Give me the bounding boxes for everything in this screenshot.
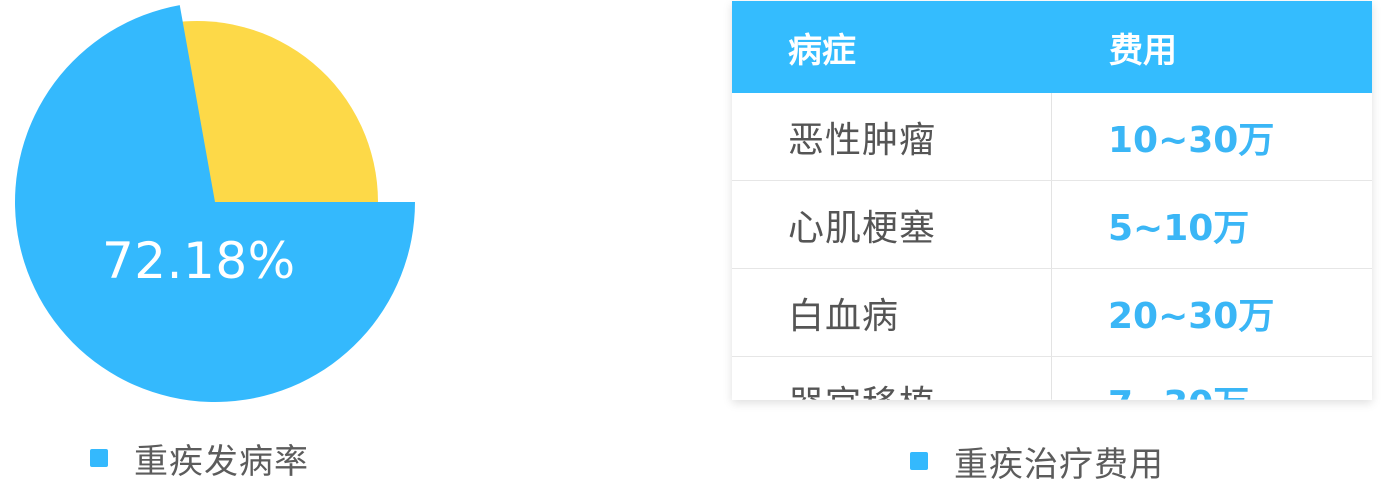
table-body[interactable]: 恶性肿瘤 10~30万 心肌梗塞 5~10万 白血病 20~30万 器官移植 7… <box>732 93 1372 400</box>
header-cost: 费用 <box>1109 30 1177 71</box>
cost-cell: 7~30万 <box>1052 357 1249 401</box>
table-row: 心肌梗塞 5~10万 <box>732 181 1372 269</box>
legend-label: 重疾治疗费用 <box>954 444 1164 480</box>
table-row: 恶性肿瘤 10~30万 <box>732 93 1372 181</box>
page: 72.18% 重疾发病率 病症 费用 恶性肿瘤 10~30万 心肌梗塞 5~10… <box>0 0 1388 480</box>
header-disease: 病症 <box>788 30 856 71</box>
square-swatch-icon <box>90 449 108 467</box>
disease-cell: 白血病 <box>732 269 1052 356</box>
square-swatch-icon <box>910 452 928 470</box>
table-row: 白血病 20~30万 <box>732 269 1372 357</box>
pie-percent-label: 72.18% <box>102 232 296 290</box>
cost-table: 病症 费用 恶性肿瘤 10~30万 心肌梗塞 5~10万 白血病 20~30万 … <box>732 1 1372 400</box>
disease-cell: 器官移植 <box>732 357 1052 400</box>
legend-incidence-rate: 重疾发病率 <box>90 436 309 480</box>
disease-cell: 心肌梗塞 <box>732 181 1052 268</box>
disease-cell: 恶性肿瘤 <box>732 93 1052 180</box>
pie-chart-svg <box>15 5 416 402</box>
cost-cell: 5~10万 <box>1108 207 1250 249</box>
table-header: 病症 费用 <box>732 1 1372 93</box>
pie-chart: 72.18% <box>0 0 440 420</box>
legend-treatment-cost: 重疾治疗费用 <box>910 439 1164 480</box>
cost-cell: 20~30万 <box>1108 295 1275 337</box>
table-row: 器官移植 7~30万 <box>732 357 1372 400</box>
cost-cell: 10~30万 <box>1108 119 1275 161</box>
legend-label: 重疾发病率 <box>134 441 309 480</box>
